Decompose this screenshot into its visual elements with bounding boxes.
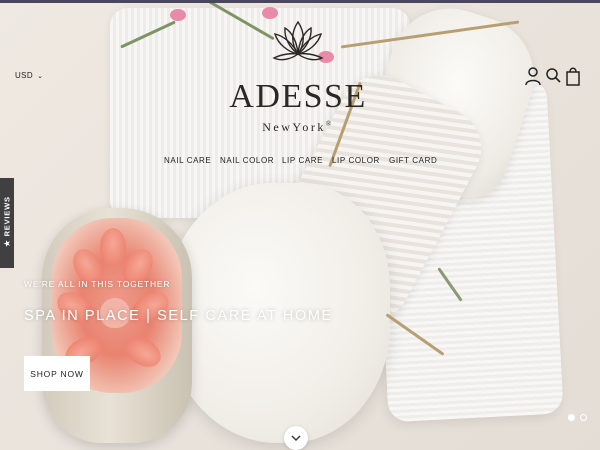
slider-dot[interactable] xyxy=(580,414,587,421)
cart-icon[interactable] xyxy=(565,66,581,86)
currency-selector[interactable]: USD ⌄ xyxy=(15,71,43,80)
chevron-down-icon: ⌄ xyxy=(37,73,44,80)
registered-mark: ® xyxy=(325,120,334,128)
search-icon[interactable] xyxy=(545,66,561,86)
hero-eyebrow: WE'RE ALL IN THIS TOGETHER xyxy=(24,279,171,289)
slider-dot-active[interactable] xyxy=(568,414,575,421)
account-icon[interactable] xyxy=(525,66,541,86)
rose-petal xyxy=(100,228,126,266)
brand-subtitle: NewYork® xyxy=(200,120,396,135)
nav-item-gift-card[interactable]: GIFT CARD xyxy=(389,156,437,165)
nav-item-nail-care[interactable]: NAIL CARE xyxy=(164,156,211,165)
reviews-tab-label: ★ REVIEWS xyxy=(2,196,12,247)
main-nav: NAIL CARE NAIL COLOR LIP CARE LIP COLOR … xyxy=(150,156,450,172)
reviews-tab-label-wrap: ★ REVIEWS xyxy=(0,184,14,264)
header-icons xyxy=(523,66,583,88)
brand-name[interactable]: ADESSE xyxy=(200,78,396,116)
pink-blossom xyxy=(170,9,186,21)
currency-label: USD xyxy=(15,71,34,80)
nav-item-lip-care[interactable]: LIP CARE xyxy=(282,156,323,165)
nav-item-lip-color[interactable]: LIP COLOR xyxy=(332,156,380,165)
shop-now-button[interactable]: SHOP NOW xyxy=(24,356,90,391)
slider-dots xyxy=(566,414,590,424)
hero-headline: SPA IN PLACE | SELF CARE AT HOME xyxy=(24,308,333,324)
scroll-down-button[interactable] xyxy=(284,426,308,450)
nav-item-nail-color[interactable]: NAIL COLOR xyxy=(220,156,274,165)
lotus-logo-icon[interactable] xyxy=(270,16,326,76)
brand-sub-text: NewYork xyxy=(262,120,326,134)
chevron-down-icon xyxy=(291,435,301,441)
